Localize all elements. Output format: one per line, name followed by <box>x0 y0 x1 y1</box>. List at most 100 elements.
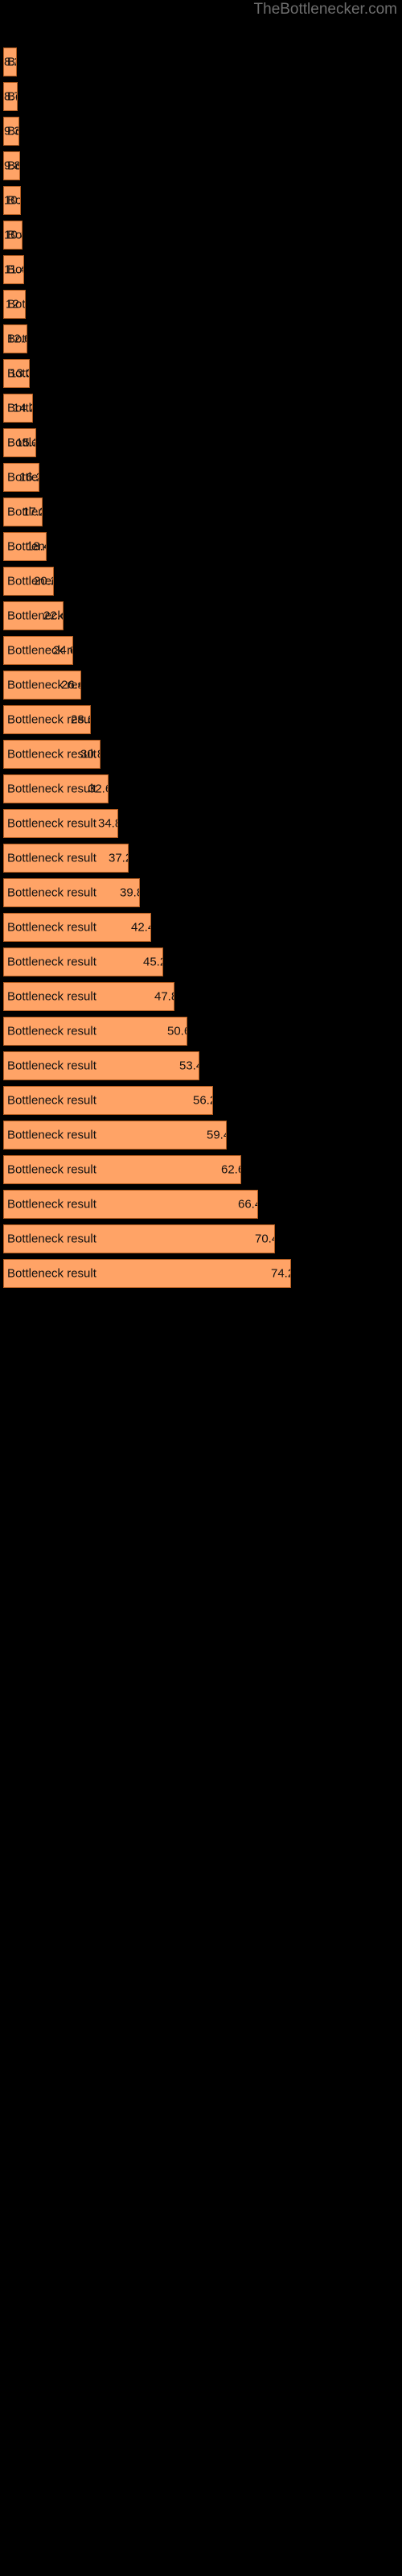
bar-row: Bottleneck result 74.2 <box>0 1257 402 1291</box>
bar-label: Bottleneck result <box>7 55 16 69</box>
bar-row: Bottleneck result13.3 <box>0 357 402 391</box>
bar-row: Bottleneck result8.2 <box>0 45 402 80</box>
bar[interactable]: Bottleneck result13.3 <box>3 359 30 388</box>
bar-value: 10.2 <box>4 193 21 208</box>
bar-row: Bottleneck result 45.2 <box>0 945 402 980</box>
bar[interactable]: Bottleneck result 39.8 <box>3 878 140 907</box>
bar[interactable]: Bottleneck result9.3 <box>3 117 19 146</box>
bar-value: 18.4 <box>27 539 46 554</box>
bar[interactable]: Bottleneck result32.6 <box>3 774 109 803</box>
bar[interactable]: Bottleneck result24.6 <box>3 636 73 665</box>
bar-value: 39.8 <box>120 886 139 900</box>
bar-row: Bottleneck result 39.8 <box>0 876 402 910</box>
bar[interactable]: Bottleneck result 37.2 <box>3 844 129 873</box>
bar-label: Bottleneck result <box>7 747 96 762</box>
bar-value: 53.4 <box>179 1059 199 1073</box>
bar-row: Bottleneck result14.2 <box>0 391 402 426</box>
bar-value: 34.8 <box>98 816 117 831</box>
bar[interactable]: Bottleneck result20.2 <box>3 567 54 596</box>
bar[interactable]: Bottleneck result 42.4 <box>3 913 151 942</box>
bar-label: Bottleneck result <box>7 332 27 346</box>
bar[interactable]: Bottleneck result 56.2 <box>3 1086 213 1115</box>
bar-row: Bottleneck result20.2 <box>0 564 402 599</box>
bar[interactable]: Bottleneck result12 <box>3 290 26 319</box>
bar-label: Bottleneck result <box>7 1162 96 1177</box>
bar-label: Bottleneck result <box>7 816 96 831</box>
bar[interactable]: Bottleneck result 70.4 <box>3 1224 275 1253</box>
bar-row: Bottleneck result8.7 <box>0 80 402 114</box>
bar-value: 70.4 <box>255 1232 274 1246</box>
bar-row: Bottleneck result 42.4 <box>0 910 402 945</box>
bar[interactable]: Bottleneck result9.8 <box>3 151 20 180</box>
bar-label: Bottleneck result <box>7 989 96 1004</box>
bar[interactable]: Bottleneck result 50.6 <box>3 1017 187 1046</box>
bar-row: Bottleneck result34.8 <box>0 807 402 841</box>
bar-label: Bottleneck result <box>7 886 96 900</box>
bar[interactable]: Bottleneck result30.8 <box>3 740 100 769</box>
bar-value: 17.2 <box>23 505 42 519</box>
bar[interactable]: Bottleneck result18.4 <box>3 532 47 561</box>
bar-row: Bottleneck result30.8 <box>0 737 402 772</box>
bar-row: Bottleneck result 66.4 <box>0 1187 402 1222</box>
bar-row: Bottleneck result10.2 <box>0 184 402 218</box>
bar-label: Bottleneck result <box>7 262 23 277</box>
bar[interactable]: Bottleneck result 59.4 <box>3 1121 227 1150</box>
bar-label: Bottleneck result <box>7 920 96 935</box>
bar-row: Bottleneck result12.6 <box>0 322 402 357</box>
bar-label: Bottleneck result <box>7 955 96 969</box>
bar[interactable]: Bottleneck result15.2 <box>3 428 36 457</box>
bar-value: 12 <box>6 297 19 312</box>
bar-value: 24.6 <box>53 643 72 658</box>
bar[interactable]: Bottleneck result14.2 <box>3 394 33 423</box>
plot-area: Bottleneck result8.2Bottleneck result8.7… <box>0 0 402 2576</box>
bar-label: Bottleneck result <box>7 193 21 208</box>
bar[interactable]: Bottleneck result8.2 <box>3 47 17 76</box>
bar-label: Bottleneck result <box>7 712 91 727</box>
bar-label: Bottleneck result <box>7 1059 96 1073</box>
bar-value: 50.6 <box>167 1024 187 1038</box>
bar[interactable]: Bottleneck result 45.2 <box>3 947 163 976</box>
bar-label: Bottleneck result <box>7 643 72 658</box>
bar[interactable]: Bottleneck result26.4 <box>3 671 81 700</box>
bar[interactable]: Bottleneck result 66.4 <box>3 1190 258 1219</box>
bar-value: 8.7 <box>4 89 17 104</box>
bar[interactable]: Bottleneck result 62.6 <box>3 1155 241 1184</box>
bar-row: Bottleneck result32.6 <box>0 772 402 807</box>
bar-label: Bottleneck result <box>7 436 35 450</box>
bar[interactable]: Bottleneck result34.8 <box>3 809 118 838</box>
bar-row: Bottleneck result 70.4 <box>0 1222 402 1257</box>
bar-row: Bottleneck result12 <box>0 287 402 322</box>
bar[interactable]: Bottleneck result28.6 <box>3 705 91 734</box>
bar[interactable]: Bottleneck result8.7 <box>3 82 18 111</box>
bar-row: Bottleneck result9.3 <box>0 114 402 149</box>
bar[interactable]: Bottleneck result10.2 <box>3 186 21 215</box>
bar-label: Bottleneck result <box>7 678 80 692</box>
bar-value: 62.6 <box>221 1162 240 1177</box>
bar[interactable]: Bottleneck result10.8 <box>3 221 23 250</box>
bar-value: 10.8 <box>4 228 22 242</box>
bar-label: Bottleneck result <box>7 1232 96 1246</box>
bar-label: Bottleneck result <box>7 366 30 381</box>
bar-label: Bottleneck result <box>7 1266 96 1281</box>
bar-value: 9.3 <box>4 124 19 138</box>
bar[interactable]: Bottleneck result22.4 <box>3 601 64 630</box>
bar-label: Bottleneck result <box>7 1197 96 1212</box>
bar[interactable]: Bottleneck result11.4 <box>3 255 24 284</box>
bar-value: 26.4 <box>61 678 80 692</box>
bar-value: 45.2 <box>143 955 162 969</box>
bar-label: Bottleneck result <box>7 1093 96 1108</box>
bar-row: Bottleneck result 59.4 <box>0 1118 402 1153</box>
bar-value: 37.2 <box>109 851 128 865</box>
bar-label: Bottleneck result <box>7 124 18 138</box>
bar[interactable]: Bottleneck result 53.4 <box>3 1051 199 1080</box>
bar[interactable]: Bottleneck result16.2 <box>3 463 39 492</box>
bar-row: Bottleneck result9.8 <box>0 149 402 184</box>
bar-row: Bottleneck result16.2 <box>0 460 402 495</box>
bar[interactable]: Bottleneck result 74.2 <box>3 1259 291 1288</box>
bar[interactable]: Bottleneck result17.2 <box>3 497 43 526</box>
bar[interactable]: Bottleneck result 47.8 <box>3 982 174 1011</box>
bar-value: 56.2 <box>193 1093 212 1108</box>
bar-label: Bottleneck result <box>7 297 26 312</box>
bar[interactable]: Bottleneck result12.6 <box>3 324 27 353</box>
bar-value: 20.2 <box>34 574 53 588</box>
